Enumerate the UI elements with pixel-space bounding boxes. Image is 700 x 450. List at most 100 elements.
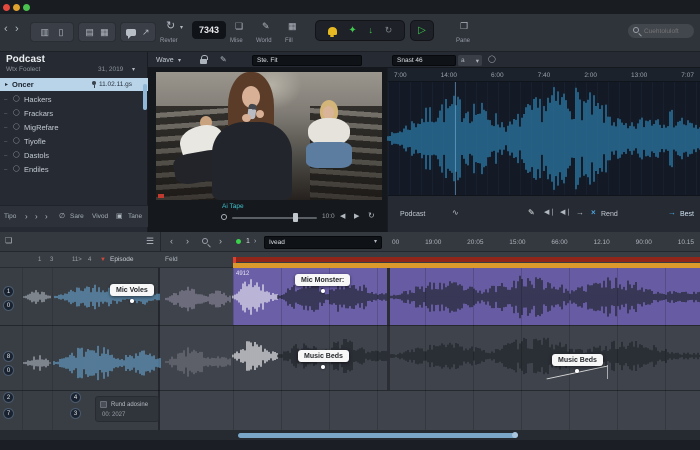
best-arrow-icon[interactable]: →	[668, 209, 676, 217]
sidebar-item-selected[interactable]: ▸ Oncer 11.02.11.gs	[0, 78, 148, 91]
timeline-search-field[interactable]	[264, 235, 382, 249]
pane-icon[interactable]: ❐	[460, 22, 468, 31]
skip-back2-icon[interactable]: ◀❘	[560, 209, 571, 216]
pen-tool-icon[interactable]: ✎	[220, 56, 227, 64]
marker-strip-orange[interactable]	[233, 262, 700, 268]
speaker-icon[interactable]: ◀	[340, 213, 345, 220]
wave-playhead[interactable]	[455, 82, 456, 195]
footer-sare-button[interactable]: Sare	[70, 213, 84, 221]
nav-right-icon[interactable]: ›	[186, 237, 189, 246]
best-label[interactable]: Best	[680, 211, 694, 218]
rend-label[interactable]: Rend	[601, 211, 618, 218]
tooltip-mic-monster[interactable]: Mic Monster:	[295, 274, 351, 286]
sidebar-scrollbar[interactable]	[143, 84, 147, 110]
scrub-start-ring[interactable]	[221, 214, 227, 220]
back-icon[interactable]: ‹	[4, 24, 8, 35]
timeline-scrollbar-thumb[interactable]	[238, 432, 518, 438]
zoom-select[interactable]: a ▾	[458, 54, 482, 66]
footer-vivod-button[interactable]: Vivod	[92, 213, 108, 221]
timeline-search-icon[interactable]	[202, 238, 208, 244]
mode-dropdown-icon[interactable]: ▾	[178, 58, 181, 64]
levels-icon[interactable]: ▥	[41, 27, 50, 37]
chevron-icon[interactable]: ›	[25, 213, 28, 221]
clip-name-field[interactable]	[252, 54, 362, 66]
track2-button-b[interactable]: 0	[3, 365, 14, 376]
rotate-dropdown-icon[interactable]: ▾	[180, 25, 183, 31]
checkbox[interactable]	[100, 401, 107, 408]
null-icon[interactable]: ∅	[59, 213, 65, 220]
row2-wave-dark-b[interactable]	[389, 334, 700, 378]
wave-grid[interactable]	[387, 82, 700, 195]
sidebar-item[interactable]: – ◯ Endiles	[0, 163, 148, 176]
menu-icon[interactable]: ☰	[146, 237, 154, 246]
sidebar-item[interactable]: – ◯ Hackers	[0, 93, 148, 106]
track3-button-b[interactable]: 7	[3, 408, 14, 419]
marker-strip-red[interactable]	[233, 257, 700, 262]
loop-small-icon[interactable]: ↻	[368, 212, 375, 220]
tooltip-music-beds-1[interactable]: Music Beds	[298, 350, 349, 362]
fill-icon[interactable]: ▦	[288, 22, 297, 31]
field-dropdown-icon[interactable]: ▾	[374, 239, 377, 245]
edit-pen-icon[interactable]: ✎	[528, 209, 535, 217]
share-arrow-icon[interactable]: ↗	[142, 27, 150, 37]
record-dot[interactable]	[236, 239, 241, 244]
sidebar-item[interactable]: – ◯ Dastols	[0, 149, 148, 162]
circle-icon[interactable]: ◯	[488, 56, 496, 63]
search-input[interactable]	[644, 26, 690, 36]
forward-icon[interactable]: ›	[15, 24, 19, 35]
track1-button-a[interactable]: 1	[3, 286, 14, 297]
chevron-icon[interactable]: ›	[45, 213, 48, 221]
save-icon[interactable]: ▣	[116, 213, 123, 220]
rotate-tool-icon[interactable]: ↻	[166, 21, 175, 32]
take-number: 1	[246, 238, 250, 245]
footer-tane-button[interactable]: Tane	[128, 213, 142, 221]
sidebar-item[interactable]: – ◯ MigRefare	[0, 121, 148, 134]
episode-label[interactable]: Episode	[110, 256, 134, 264]
loop-icon[interactable]: ↻	[385, 26, 393, 35]
scrub-track[interactable]	[232, 217, 317, 219]
play-icon[interactable]: ▷	[418, 25, 426, 36]
track3-button-a[interactable]: 2	[3, 392, 14, 403]
mode-select[interactable]: Wave	[156, 57, 174, 64]
track1-button-b[interactable]: 0	[3, 300, 14, 311]
chat-bubble-icon[interactable]	[126, 28, 137, 39]
curve-icon[interactable]: ∿	[452, 209, 459, 217]
forward-arrow-icon[interactable]: →	[576, 209, 584, 217]
footer-tipo-button[interactable]: Tipo	[4, 213, 16, 221]
world-pen-icon[interactable]: ✎	[262, 22, 270, 31]
chevron-icon[interactable]: ›	[35, 213, 38, 221]
app-window: ‹ › ▥ ▯ ▤ ▦ ↗ ↻ ▾ Revter 7343 ❏ Mise ✎ W…	[0, 0, 700, 450]
mixe-icon[interactable]: ❏	[235, 22, 243, 31]
lock-icon[interactable]	[200, 55, 208, 64]
download-arrow-icon[interactable]: ↓	[369, 26, 374, 35]
skip-back-icon[interactable]: ◀❘	[544, 209, 555, 216]
scrub-handle[interactable]	[293, 213, 298, 222]
tooltip-music-beds-2[interactable]: Music Beds	[552, 354, 603, 366]
sidebar-item[interactable]: – ◯ Frackars	[0, 107, 148, 120]
track-name-field[interactable]	[392, 54, 456, 66]
scrollbar-handle-dot[interactable]	[512, 432, 518, 438]
feld-label[interactable]: Feld	[165, 256, 178, 264]
track3-button-d[interactable]: 3	[70, 408, 81, 419]
device-icon[interactable]: ▯	[59, 27, 64, 37]
close-button[interactable]	[3, 4, 10, 11]
bell-icon[interactable]	[327, 26, 337, 37]
clapper-icon[interactable]: ▤	[85, 27, 94, 37]
track2-button-a[interactable]: 8	[3, 351, 14, 362]
minimize-button[interactable]	[13, 4, 20, 11]
rend-x-icon[interactable]: ×	[591, 209, 596, 217]
sparkle-icon[interactable]: ✦	[348, 25, 356, 36]
nav-next-icon[interactable]: ›	[219, 237, 222, 246]
clip-mic-monster-right[interactable]	[389, 268, 700, 325]
sidebar-item[interactable]: – ◯ Tiyofle	[0, 135, 148, 148]
copy-icon[interactable]: ❏	[5, 237, 12, 245]
nav-left-icon[interactable]: ‹	[170, 237, 173, 246]
tooltip-mic-voices[interactable]: Mic Voles	[110, 284, 154, 296]
take-chevron-icon[interactable]: ›	[254, 238, 256, 245]
play-small-icon[interactable]: ▶	[354, 213, 359, 220]
zoom-button[interactable]	[23, 4, 30, 11]
video-preview-image[interactable]	[156, 72, 382, 200]
timeline-scrollbar-track[interactable]	[0, 430, 700, 440]
track3-button-c[interactable]: 4	[70, 392, 81, 403]
grid-icon[interactable]: ▦	[100, 27, 109, 37]
